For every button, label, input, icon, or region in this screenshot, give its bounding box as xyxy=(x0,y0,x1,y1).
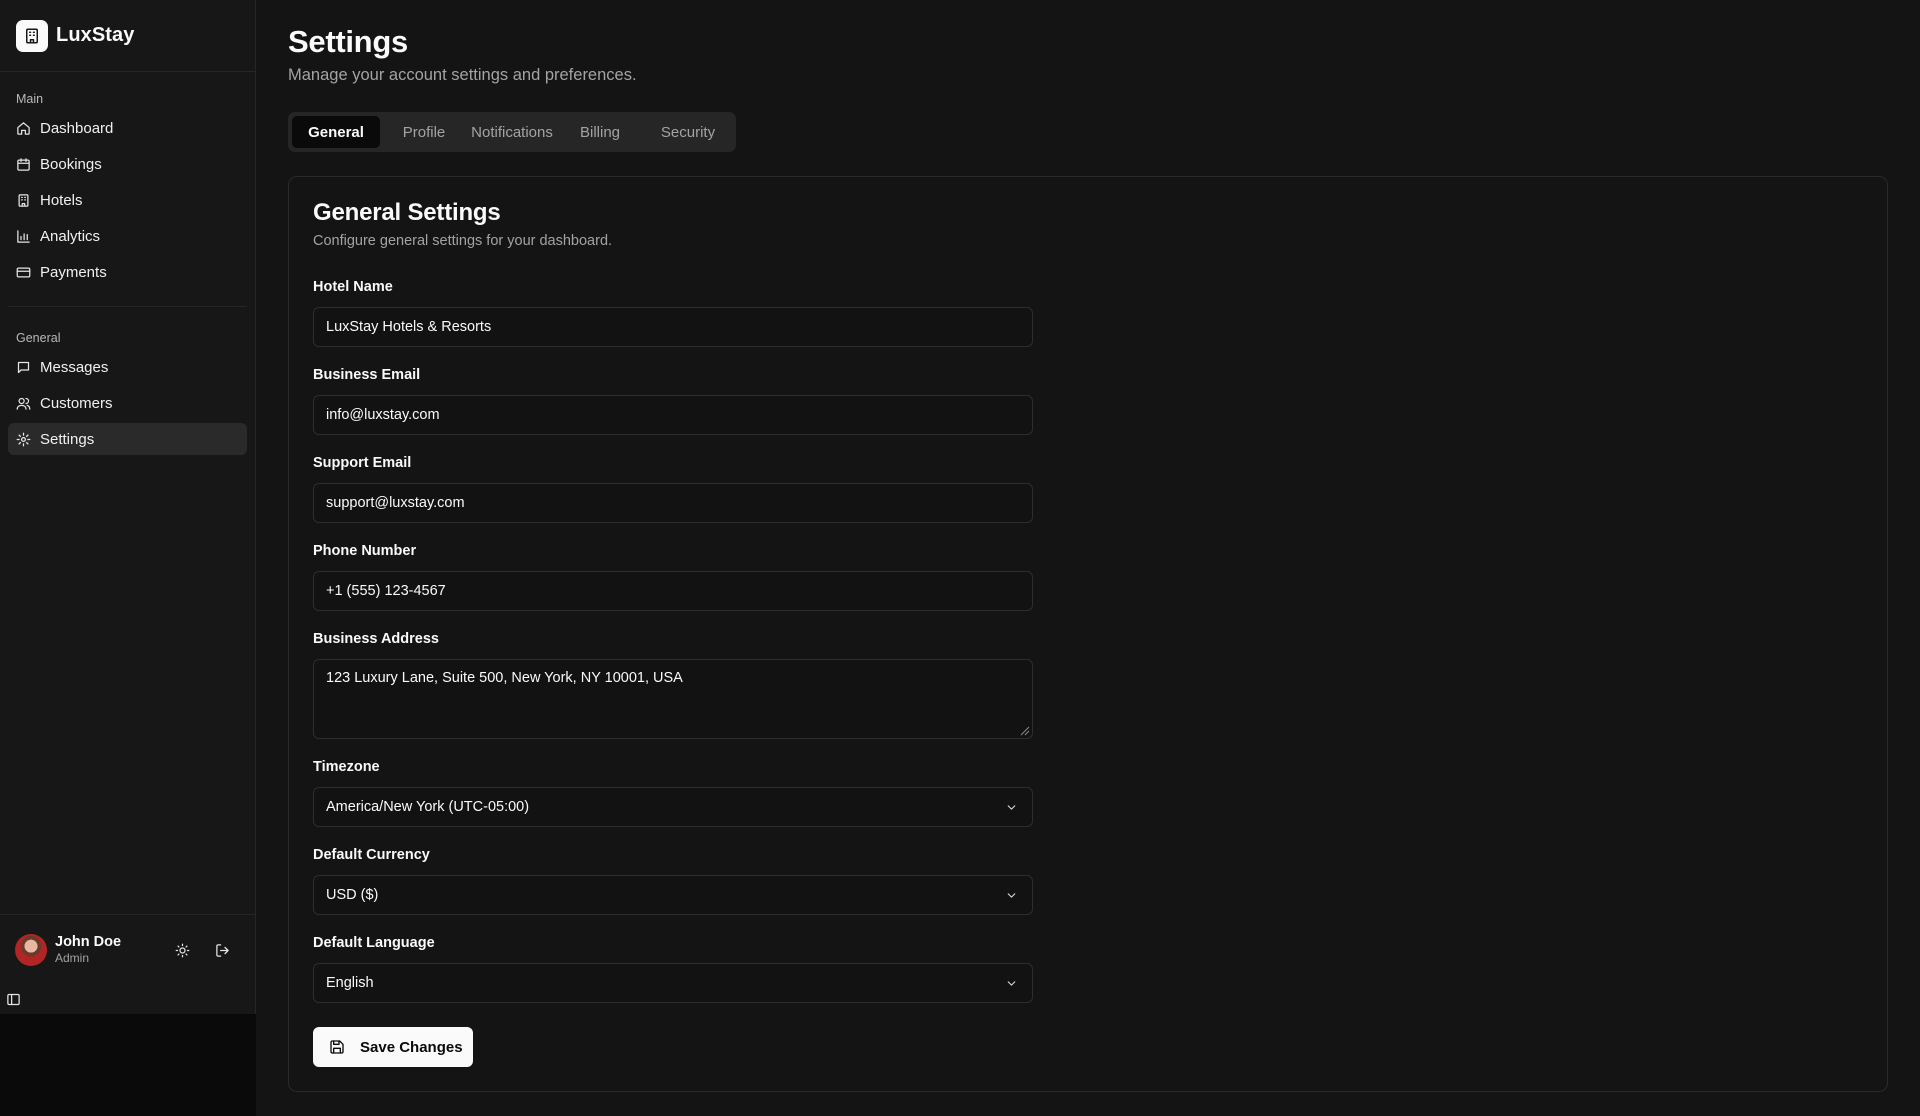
avatar xyxy=(15,933,47,966)
card-subtitle: Configure general settings for your dash… xyxy=(313,233,613,249)
brand[interactable]: LuxStay xyxy=(0,0,255,72)
user-profile[interactable]: John Doe Admin xyxy=(0,914,255,984)
currency-select[interactable]: USD ($) xyxy=(313,875,1033,915)
page-title: Settings xyxy=(288,24,408,59)
panel-left-icon xyxy=(7,993,20,1006)
sidebar-divider xyxy=(8,306,247,307)
tab-notifications[interactable]: Notifications xyxy=(468,116,556,148)
sidebar-item-bookings[interactable]: Bookings xyxy=(8,148,247,180)
user-role: Admin xyxy=(55,951,90,965)
sun-icon xyxy=(175,943,189,957)
users-icon xyxy=(16,397,31,410)
sidebar-item-label: Messages xyxy=(40,358,109,376)
sidebar-item-label: Hotels xyxy=(40,191,83,209)
field-value: info@luxstay.com xyxy=(326,407,440,423)
field-value: English xyxy=(326,975,374,991)
general-settings-card: General Settings Configure general setti… xyxy=(288,176,1888,1092)
save-icon xyxy=(330,1040,344,1054)
gear-icon xyxy=(16,432,31,446)
logout-icon xyxy=(215,943,229,957)
business-email-input[interactable]: info@luxstay.com xyxy=(313,395,1033,435)
logout-button[interactable] xyxy=(208,936,236,964)
nav-group-label: General xyxy=(16,331,61,345)
sidebar-item-label: Customers xyxy=(40,394,113,412)
sidebar: LuxStay Main Dashboard Bookings Hotels A… xyxy=(0,0,256,1014)
field-value: +1 (555) 123-4567 xyxy=(326,583,446,599)
sidebar-item-hotels[interactable]: Hotels xyxy=(8,184,247,216)
timezone-select[interactable]: America/New York (UTC-05:00) xyxy=(313,787,1033,827)
field-value: America/New York (UTC-05:00) xyxy=(326,799,530,815)
chevron-down-icon xyxy=(1007,981,1016,986)
page-subtitle: Manage your account settings and prefere… xyxy=(288,66,637,84)
sidebar-item-label: Settings xyxy=(40,430,95,448)
chevron-down-icon xyxy=(1007,893,1016,898)
field-value: support@luxstay.com xyxy=(326,495,465,511)
sidebar-item-label: Dashboard xyxy=(40,119,114,137)
user-name: John Doe xyxy=(55,933,122,950)
hotel-name-input[interactable]: LuxStay Hotels & Resorts xyxy=(313,307,1033,347)
timezone-label: Timezone xyxy=(313,759,380,775)
business-email-label: Business Email xyxy=(313,367,421,383)
sidebar-item-payments[interactable]: Payments xyxy=(8,256,247,288)
resize-handle-icon[interactable] xyxy=(1018,724,1030,736)
sidebar-item-messages[interactable]: Messages xyxy=(8,351,247,383)
building-icon xyxy=(18,193,29,207)
save-button-label: Save Changes xyxy=(360,1038,463,1056)
tab-general[interactable]: General xyxy=(292,116,380,148)
phone-number-input[interactable]: +1 (555) 123-4567 xyxy=(313,571,1033,611)
sidebar-item-settings[interactable]: Settings xyxy=(8,423,247,455)
sidebar-item-dashboard[interactable]: Dashboard xyxy=(8,112,247,144)
business-address-label: Business Address xyxy=(313,631,439,647)
chevron-down-icon xyxy=(1007,805,1016,810)
sidebar-item-customers[interactable]: Customers xyxy=(8,387,247,419)
support-email-input[interactable]: support@luxstay.com xyxy=(313,483,1033,523)
nav-group-label: Main xyxy=(16,92,44,106)
currency-label: Default Currency xyxy=(313,847,430,863)
tab-security[interactable]: Security xyxy=(644,116,732,148)
hotel-logo-icon xyxy=(16,19,48,52)
message-icon xyxy=(17,361,30,373)
bar-chart-icon xyxy=(17,229,30,243)
credit-card-icon xyxy=(16,267,31,277)
language-select[interactable]: English xyxy=(313,963,1033,1003)
home-icon xyxy=(17,121,30,135)
sidebar-footer-area xyxy=(0,1014,256,1116)
theme-toggle-button[interactable] xyxy=(168,936,196,964)
field-value: LuxStay Hotels & Resorts xyxy=(326,319,492,335)
sidebar-item-label: Analytics xyxy=(40,227,101,245)
support-email-label: Support Email xyxy=(313,455,412,471)
sidebar-item-label: Payments xyxy=(40,263,107,281)
hotel-name-label: Hotel Name xyxy=(313,279,393,295)
field-value: USD ($) xyxy=(326,887,379,903)
language-label: Default Language xyxy=(313,935,435,951)
app-name: LuxStay xyxy=(56,24,135,46)
tab-profile[interactable]: Profile xyxy=(380,116,468,148)
sidebar-item-label: Bookings xyxy=(40,155,102,173)
tab-billing[interactable]: Billing xyxy=(556,116,644,148)
sidebar-toggle-button[interactable] xyxy=(6,992,22,1008)
phone-number-label: Phone Number xyxy=(313,543,417,559)
settings-tabs: General Profile Notifications Billing Se… xyxy=(288,112,736,152)
business-address-textarea[interactable]: 123 Luxury Lane, Suite 500, New York, NY… xyxy=(313,659,1033,739)
nav-group-main: Main Dashboard Bookings Hotels Analytics… xyxy=(0,72,255,300)
calendar-icon xyxy=(17,157,30,171)
nav-group-general: General Messages Customers Settings xyxy=(0,313,255,467)
field-value: 123 Luxury Lane, Suite 500, New York, NY… xyxy=(326,670,683,686)
sidebar-item-analytics[interactable]: Analytics xyxy=(8,220,247,252)
save-changes-button[interactable]: Save Changes xyxy=(313,1027,473,1067)
card-title: General Settings xyxy=(313,199,501,226)
